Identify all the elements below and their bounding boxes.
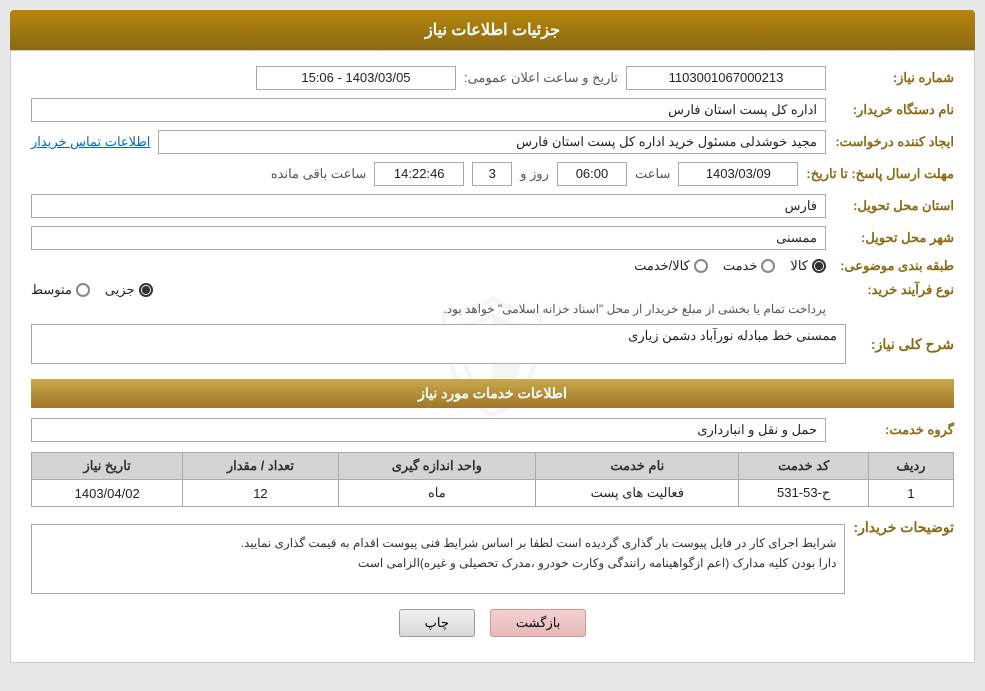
description-label: شرح کلی نیاز: (854, 336, 954, 353)
service-group-value: حمل و نقل و انبارداری (31, 418, 826, 442)
city-value: ممسنی (31, 226, 826, 250)
contact-info-link[interactable]: اطلاعات تماس خریدار (31, 134, 150, 150)
radio-circle-khedmat (761, 259, 775, 273)
table-row: 1 ح-53-531 فعالیت های پست ماه 12 1403/04… (32, 480, 954, 507)
announcement-date-value: 1403/03/05 - 15:06 (256, 66, 456, 90)
cell-unit: ماه (338, 480, 536, 507)
buttons-row: بازگشت چاپ (31, 609, 954, 647)
need-number-label: شماره نیاز: (834, 70, 954, 86)
need-number-value: 1103001067000213 (626, 66, 826, 90)
remaining-label: ساعت باقی مانده (271, 166, 366, 182)
deadline-label: مهلت ارسال پاسخ: تا تاریخ: (806, 166, 954, 182)
remaining-time-value: 14:22:46 (374, 162, 464, 186)
purchase-note: پرداخت تمام یا بخشی از مبلغ خریدار از مح… (31, 302, 826, 316)
service-group-label: گروه خدمت: (834, 422, 954, 438)
radio-kala-khedmat[interactable]: کالا/خدمت (634, 258, 708, 274)
purchase-type-label: نوع فرآیند خرید: (834, 282, 954, 298)
services-table: ردیف کد خدمت نام خدمت واحد اندازه گیری ت… (31, 452, 954, 507)
page-title: جزئیات اطلاعات نیاز (425, 22, 560, 39)
radio-circle-jozii (139, 283, 153, 297)
cell-name: فعالیت های پست (536, 480, 739, 507)
announcement-date-label: تاریخ و ساعت اعلان عمومی: (464, 70, 618, 86)
cell-date: 1403/04/02 (32, 480, 183, 507)
col-header-unit: واحد اندازه گیری (338, 453, 536, 480)
radio-label-jozii: جزیی (105, 282, 135, 298)
purchase-type-group: متوسط جزیی (31, 282, 826, 298)
radio-kala[interactable]: کالا (790, 258, 826, 274)
buyer-notes-label: توضیحات خریدار: (853, 519, 954, 536)
radio-jozii[interactable]: جزیی (105, 282, 153, 298)
radio-label-kala: کالا (790, 258, 808, 274)
days-label: روز و (520, 166, 549, 182)
radio-circle-kala (812, 259, 826, 273)
deadline-time-value: 06:00 (557, 162, 627, 186)
creator-label: ایجاد کننده درخواست: (834, 134, 954, 150)
col-header-code: کد خدمت (739, 453, 868, 480)
cell-quantity: 12 (183, 480, 338, 507)
col-header-row: ردیف (868, 453, 953, 480)
radio-khedmat[interactable]: خدمت (723, 258, 776, 274)
days-value: 3 (472, 162, 512, 186)
creator-value: مجید خوشدلی مسئول خرید اداره کل پست استا… (158, 130, 826, 154)
col-header-qty: تعداد / مقدار (183, 453, 338, 480)
radio-circle-motavasset (76, 283, 90, 297)
subject-type-label: طبقه بندی موضوعی: (834, 258, 954, 274)
back-button[interactable]: بازگشت (490, 609, 586, 637)
col-header-date: تاریخ نیاز (32, 453, 183, 480)
print-button[interactable]: چاپ (399, 609, 475, 637)
description-value: ممسنی خط مبادله نورآباد دشمن زیاری (31, 324, 846, 364)
subject-type-group: کالا/خدمت خدمت کالا (634, 258, 826, 274)
radio-motavasset[interactable]: متوسط (31, 282, 90, 298)
radio-label-kala-khedmat: کالا/خدمت (634, 258, 690, 274)
province-label: استان محل تحویل: (834, 198, 954, 214)
city-label: شهر محل تحویل: (834, 230, 954, 246)
province-value: فارس (31, 194, 826, 218)
time-label: ساعت (635, 166, 670, 182)
radio-circle-kala-khedmat (694, 259, 708, 273)
radio-label-motavasset: متوسط (31, 282, 72, 298)
buyer-notes-value: شرایط اجرای کار در فایل پیوست بار گذاری … (31, 524, 845, 594)
page-header: جزئیات اطلاعات نیاز (10, 10, 975, 50)
buyer-org-value: اداره کل پست استان فارس (31, 98, 826, 122)
cell-code: ح-53-531 (739, 480, 868, 507)
cell-row: 1 (868, 480, 953, 507)
col-header-name: نام خدمت (536, 453, 739, 480)
buyer-org-label: نام دستگاه خریدار: (834, 102, 954, 118)
deadline-date-value: 1403/03/09 (678, 162, 798, 186)
radio-label-khedmat: خدمت (723, 258, 758, 274)
services-section-header: اطلاعات خدمات مورد نیاز (31, 379, 954, 408)
